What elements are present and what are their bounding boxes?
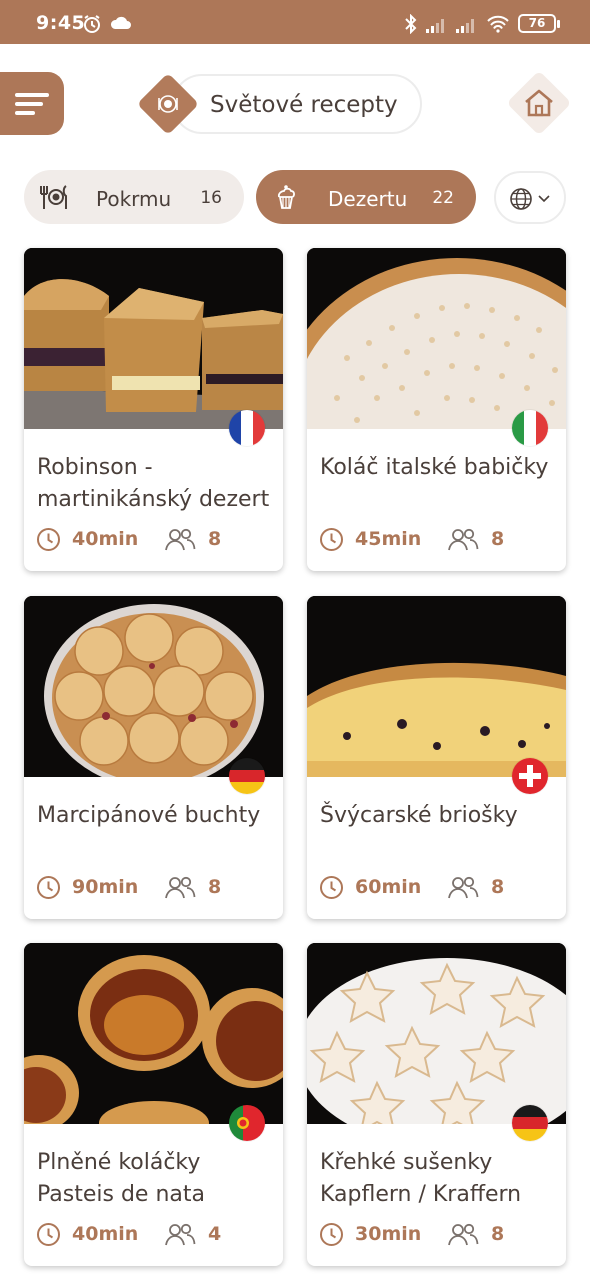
clock-icon — [37, 528, 60, 551]
recipe-time: 90min — [72, 876, 139, 898]
recipe-time: 40min — [72, 528, 139, 550]
recipe-servings: 8 — [491, 1223, 505, 1245]
filter-food-chip[interactable]: Pokrmu 16 — [24, 170, 244, 224]
recipe-name: Švýcarské briošky — [320, 803, 518, 828]
clock-icon — [320, 876, 343, 899]
recipe-name: Křehké sušenky Kapflern / Kraffern — [320, 1150, 522, 1207]
people-icon — [165, 876, 196, 899]
people-icon — [448, 1223, 479, 1246]
recipe-time: 60min — [355, 876, 422, 898]
recipe-meta: 60min 8 — [319, 875, 559, 901]
flag-germany-icon — [512, 1105, 548, 1141]
recipe-servings: 8 — [208, 528, 222, 550]
people-icon — [165, 1223, 196, 1246]
filter-dessert-count: 22 — [432, 188, 454, 208]
recipe-servings: 8 — [208, 876, 222, 898]
recipe-meta: 90min 8 — [36, 875, 276, 901]
recipe-photo — [307, 248, 566, 429]
recipe-photo — [24, 596, 283, 777]
signal-2-icon — [456, 19, 474, 33]
people-icon — [448, 528, 479, 551]
recipe-name: Koláč italské babičky — [320, 455, 549, 480]
globe-icon — [510, 188, 532, 210]
recipe-card[interactable]: Robinson - martinikánský dezert 40min 8 — [24, 248, 283, 571]
status-bar: 9:45 76 — [0, 0, 590, 44]
globe-plate-icon — [158, 95, 178, 113]
recipe-meta: 30min 8 — [319, 1222, 559, 1248]
app-title: Světové recepty — [210, 92, 398, 118]
flag-germany-icon — [229, 758, 265, 794]
menu-bar — [15, 102, 43, 106]
alarm-icon — [84, 15, 100, 33]
filter-food-count: 16 — [200, 188, 222, 208]
recipe-photo — [24, 943, 283, 1124]
clock-icon — [37, 1223, 60, 1246]
recipe-photo — [307, 596, 566, 777]
flag-france-icon — [229, 410, 265, 446]
flag-italy-icon — [512, 410, 548, 446]
recipe-time: 30min — [355, 1223, 422, 1245]
recipe-name: Robinson - martinikánský dezert — [37, 455, 270, 512]
recipe-card[interactable]: Plněné koláčky Pasteis de nata 40min 4 — [24, 943, 283, 1266]
flag-portugal-icon — [229, 1105, 265, 1141]
cupcake-icon — [277, 185, 295, 209]
recipe-card[interactable]: Švýcarské briošky 60min 8 — [307, 596, 566, 919]
bluetooth-icon — [405, 14, 417, 34]
recipe-time: 40min — [72, 1223, 139, 1245]
recipe-name: Plněné koláčky Pasteis de nata — [37, 1150, 205, 1207]
recipe-servings: 4 — [208, 1223, 222, 1245]
people-icon — [165, 528, 196, 551]
people-icon — [448, 876, 479, 899]
menu-bar — [15, 93, 49, 97]
battery-indicator: 76 — [518, 14, 560, 33]
status-time: 9:45 — [36, 12, 86, 34]
plate-cutlery-icon — [40, 185, 67, 209]
recipe-photo — [307, 943, 566, 1124]
home-icon[interactable] — [520, 84, 558, 122]
recipe-meta: 40min 4 — [36, 1222, 276, 1248]
cloud-icon — [110, 16, 131, 29]
clock-icon — [320, 1223, 343, 1246]
country-filter-button[interactable] — [494, 171, 566, 224]
app-title-pill: Světové recepty — [172, 74, 422, 134]
filter-dessert-label: Dezertu — [328, 187, 408, 211]
wifi-icon — [487, 15, 509, 33]
menu-button[interactable] — [0, 72, 64, 135]
recipe-servings: 8 — [491, 528, 505, 550]
recipe-name: Marcipánové buchty — [37, 803, 261, 828]
menu-bar — [15, 111, 35, 115]
flag-switzerland-icon — [512, 758, 548, 794]
clock-icon — [37, 876, 60, 899]
recipe-card[interactable]: Křehké sušenky Kapflern / Kraffern 30min… — [307, 943, 566, 1266]
chevron-down-icon — [538, 195, 550, 203]
recipe-meta: 40min 8 — [36, 527, 276, 553]
filter-food-label: Pokrmu — [96, 187, 172, 211]
recipe-servings: 8 — [491, 876, 505, 898]
recipe-meta: 45min 8 — [319, 527, 559, 553]
signal-1-icon — [426, 19, 444, 33]
recipe-card[interactable]: Marcipánové buchty 90min 8 — [24, 596, 283, 919]
recipe-card[interactable]: Koláč italské babičky 45min 8 — [307, 248, 566, 571]
clock-icon — [320, 528, 343, 551]
recipe-time: 45min — [355, 528, 422, 550]
recipe-photo — [24, 248, 283, 429]
filter-dessert-chip[interactable]: Dezertu 22 — [256, 170, 476, 224]
